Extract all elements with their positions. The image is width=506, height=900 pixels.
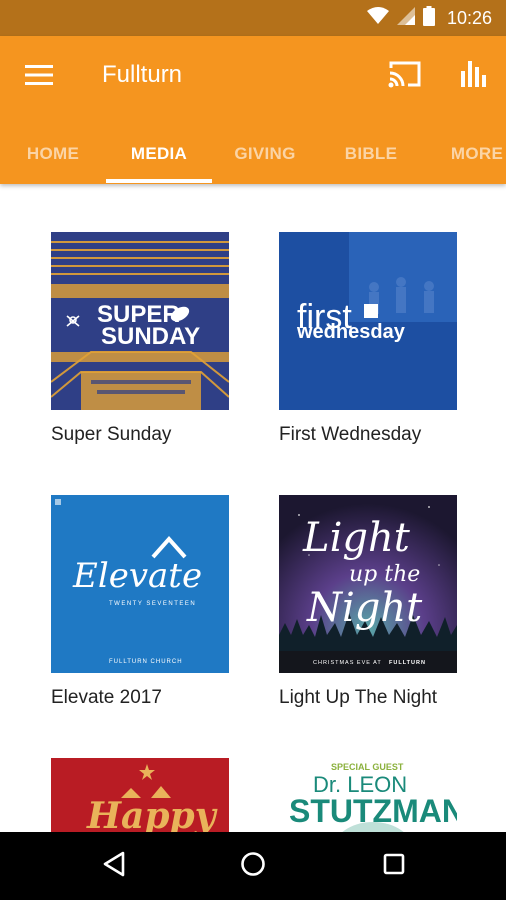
media-item-title: First Wednesday (279, 424, 422, 445)
tab-giving[interactable]: GIVING (212, 124, 318, 184)
bar-chart-icon (459, 59, 489, 94)
recents-square-icon (383, 853, 405, 880)
wifi-icon (366, 6, 389, 30)
stutzman-art-line1: SPECIAL GUEST (331, 762, 404, 772)
back-button[interactable] (84, 842, 144, 890)
light-art-line5: FULLTURN (389, 660, 426, 666)
home-button[interactable] (223, 842, 283, 890)
super-sunday-artwork: SUPER SUNDAY (51, 232, 229, 410)
light-art-line4: CHRISTMAS EVE AT (313, 660, 382, 666)
home-circle-icon (240, 851, 266, 882)
media-item-title: Super Sunday (51, 424, 172, 445)
media-item-title: Light Up The Night (279, 687, 438, 708)
status-icons: 10:26 (366, 0, 492, 36)
first-wednesday-artwork: first wednesday (279, 232, 457, 410)
media-item-happy[interactable]: Happy (51, 758, 229, 832)
happy-artwork: Happy (51, 758, 229, 832)
cast-button[interactable] (386, 58, 424, 94)
tab-home[interactable]: HOME (0, 124, 106, 184)
app-bar: Fullturn HOME MEDIA GIVING BIBLE MORE (0, 36, 506, 184)
elevate-art-line2: TWENTY SEVENTEEN (109, 601, 196, 607)
elevate-art-line1: Elevate (72, 556, 202, 596)
status-bar: 10:26 (0, 0, 506, 36)
app-title: Fullturn (102, 61, 183, 88)
media-item-title: Elevate 2017 (51, 687, 162, 708)
media-item-first-wednesday[interactable]: first wednesday First Wednesday (279, 232, 457, 445)
battery-icon (422, 5, 435, 31)
media-item-super-sunday[interactable]: SUPER SUNDAY Super Sunday (51, 232, 229, 445)
light-art-line3: Night (306, 585, 423, 631)
tab-media[interactable]: MEDIA (106, 124, 212, 184)
media-item-elevate-2017[interactable]: Elevate TWENTY SEVENTEEN FULLTURN CHURCH… (51, 495, 229, 708)
media-item-light-up-the-night[interactable]: Light up the Night CHRISTMAS EVE AT FULL… (279, 495, 457, 708)
system-navigation-bar (0, 832, 506, 900)
status-time: 10:26 (446, 7, 492, 28)
stats-button[interactable] (456, 58, 492, 94)
elevate-art-line3: FULLTURN CHURCH (109, 659, 183, 665)
cell-signal-icon (396, 6, 415, 30)
back-triangle-icon (102, 851, 126, 882)
stutzman-artwork: SPECIAL GUEST Dr. LEON STUTZMAN (279, 758, 457, 832)
hamburger-menu-icon (25, 64, 53, 91)
tab-bible[interactable]: BIBLE (318, 124, 424, 184)
media-item-stutzman[interactable]: SPECIAL GUEST Dr. LEON STUTZMAN (279, 758, 457, 832)
light-art-line1: Light (302, 515, 411, 561)
light-up-the-night-artwork: Light up the Night CHRISTMAS EVE AT FULL… (279, 495, 457, 673)
menu-button[interactable] (24, 62, 54, 92)
recents-button[interactable] (364, 842, 424, 890)
super-sunday-art-line2: SUNDAY (101, 323, 200, 350)
light-art-line2: up the (349, 562, 420, 587)
happy-art-line1: Happy (86, 795, 218, 832)
first-wednesday-art-line2: wednesday (296, 321, 406, 343)
active-tab-indicator (106, 179, 212, 183)
media-grid: SUPER SUNDAY Super Sunday first wednesda… (0, 184, 506, 832)
elevate-artwork: Elevate TWENTY SEVENTEEN FULLTURN CHURCH (51, 495, 229, 673)
tab-bar: HOME MEDIA GIVING BIBLE MORE (0, 124, 506, 184)
tab-more[interactable]: MORE (424, 124, 506, 184)
cast-icon (388, 60, 422, 93)
